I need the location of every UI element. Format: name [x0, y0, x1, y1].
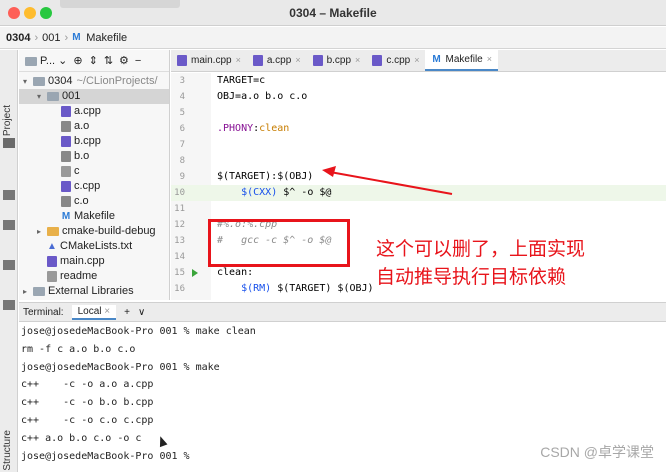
terminal-label: Terminal: — [23, 306, 64, 318]
close-icon[interactable]: × — [104, 306, 110, 317]
terminal-line: c++ -c -o b.o b.cpp — [21, 397, 154, 409]
terminal-options-chevron-icon[interactable]: ∨ — [138, 307, 145, 318]
terminal-tab-label: Local — [77, 305, 102, 317]
terminal-line: jose@josedeMacBook-Pro 001 % make — [21, 361, 220, 373]
terminal-line: jose@josedeMacBook-Pro 001 % make clean — [21, 326, 256, 337]
terminal-tab-local[interactable]: Local × — [71, 304, 117, 320]
watermark: CSDN @卓学课堂 — [540, 444, 654, 460]
terminal-line: c++ -c -o c.o c.cpp — [21, 414, 154, 426]
new-terminal-button[interactable]: + — [124, 307, 130, 318]
terminal-line: rm -f c a.o b.o c.o — [21, 343, 136, 355]
annotation-text-line2: 自动推导执行目标依赖 — [376, 266, 567, 288]
terminal-line: c++ -c -o a.o a.cpp — [21, 379, 154, 391]
terminal-header: Terminal: Local × + ∨ — [19, 302, 666, 322]
annotation-text-line1: 这个可以删了，上面实现 — [376, 238, 586, 260]
